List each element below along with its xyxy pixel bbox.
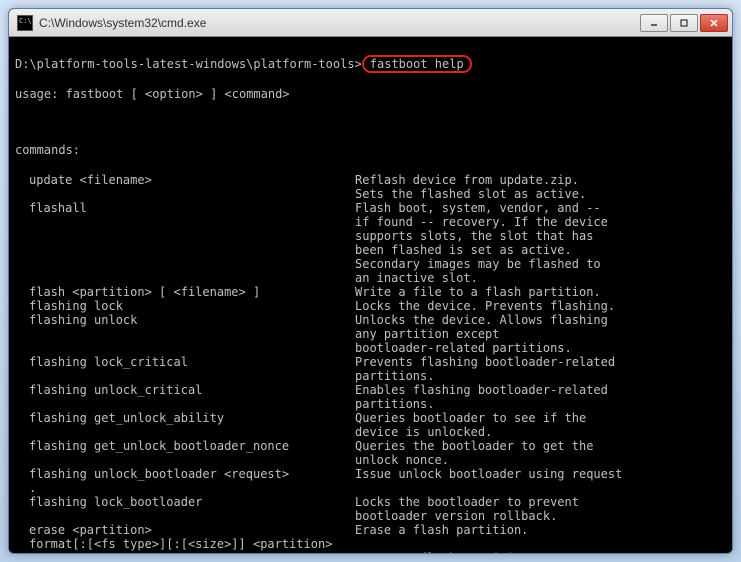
command-name: flashing lock <box>15 299 355 313</box>
command-row: flashing unlock_bootloader <request>Issu… <box>15 467 622 481</box>
command-description: Issue unlock bootloader using request <box>355 467 622 481</box>
command-name: flashing unlock_critical <box>15 383 355 411</box>
command-row: flashing unlockUnlocks the device. Allow… <box>15 313 622 355</box>
minimize-icon <box>649 18 659 28</box>
commands-table: update <filename>Reflash device from upd… <box>15 173 622 553</box>
window-controls <box>640 14 728 32</box>
command-name: flashing get_unlock_ability <box>15 411 355 439</box>
command-row: erase <partition>Erase a flash partition… <box>15 523 622 537</box>
blank-line <box>15 115 726 129</box>
typed-command: fastboot help <box>362 55 472 73</box>
command-row: flashallFlash boot, system, vendor, and … <box>15 201 622 285</box>
command-row: flashing lock_bootloaderLocks the bootlo… <box>15 495 622 523</box>
command-row: flashing get_unlock_abilityQueries bootl… <box>15 411 622 439</box>
command-description: Prevents flashing bootloader-related par… <box>355 355 622 383</box>
command-name: format[:[<fs type>][:[<size>]] <partitio… <box>15 537 355 553</box>
command-row: format[:[<fs type>][:[<size>]] <partitio… <box>15 537 622 553</box>
command-row: flashing lockLocks the device. Prevents … <box>15 299 622 313</box>
command-name: flashing get_unlock_bootloader_nonce <box>15 439 355 467</box>
usage-line: usage: fastboot [ <option> ] <command> <box>15 87 726 101</box>
command-name: update <filename> <box>15 173 355 201</box>
cmd-icon <box>17 15 33 31</box>
command-name: flashing lock_critical <box>15 355 355 383</box>
command-row: flash <partition> [ <filename> ]Write a … <box>15 285 622 299</box>
command-description: Locks the device. Prevents flashing. <box>355 299 622 313</box>
minimize-button[interactable] <box>640 14 668 32</box>
prompt-path: D:\platform-tools-latest-windows\platfor… <box>15 57 362 71</box>
maximize-icon <box>679 18 689 28</box>
command-row: flashing lock_criticalPrevents flashing … <box>15 355 622 383</box>
titlebar[interactable]: C:\Windows\system32\cmd.exe <box>9 9 732 37</box>
command-row: flashing get_unlock_bootloader_nonceQuer… <box>15 439 622 467</box>
cmd-window: C:\Windows\system32\cmd.exe D:\platform-… <box>8 8 733 554</box>
command-name: erase <partition> <box>15 523 355 537</box>
command-description: Reflash device from update.zip. Sets the… <box>355 173 622 201</box>
command-row: flashing unlock_criticalEnables flashing… <box>15 383 622 411</box>
command-description: Erase a flash partition. <box>355 523 622 537</box>
command-description: Format a flash partition. Can override t… <box>355 537 622 553</box>
command-name: flashing unlock_bootloader <request> <box>15 467 355 481</box>
command-description: Flash boot, system, vendor, and -- if fo… <box>355 201 622 285</box>
close-icon <box>709 18 719 28</box>
command-name: flashing unlock <box>15 313 355 355</box>
command-description: Queries the bootloader to get the unlock… <box>355 439 622 467</box>
close-button[interactable] <box>700 14 728 32</box>
maximize-button[interactable] <box>670 14 698 32</box>
command-description: Enables flashing bootloader-related part… <box>355 383 622 411</box>
command-name: flash <partition> [ <filename> ] <box>15 285 355 299</box>
terminal-output[interactable]: D:\platform-tools-latest-windows\platfor… <box>9 37 732 553</box>
command-description: Locks the bootloader to prevent bootload… <box>355 495 622 523</box>
command-name: flashing lock_bootloader <box>15 495 355 523</box>
command-description: Unlocks the device. Allows flashing any … <box>355 313 622 355</box>
commands-header: commands: <box>15 143 726 157</box>
command-name: . <box>15 481 355 495</box>
command-name: flashall <box>15 201 355 285</box>
command-description: Write a file to a flash partition. <box>355 285 622 299</box>
command-row: update <filename>Reflash device from upd… <box>15 173 622 201</box>
command-description: Queries bootloader to see if the device … <box>355 411 622 439</box>
prompt-line: D:\platform-tools-latest-windows\platfor… <box>15 55 726 73</box>
command-description <box>355 481 622 495</box>
window-title: C:\Windows\system32\cmd.exe <box>39 16 640 30</box>
command-row: . <box>15 481 622 495</box>
